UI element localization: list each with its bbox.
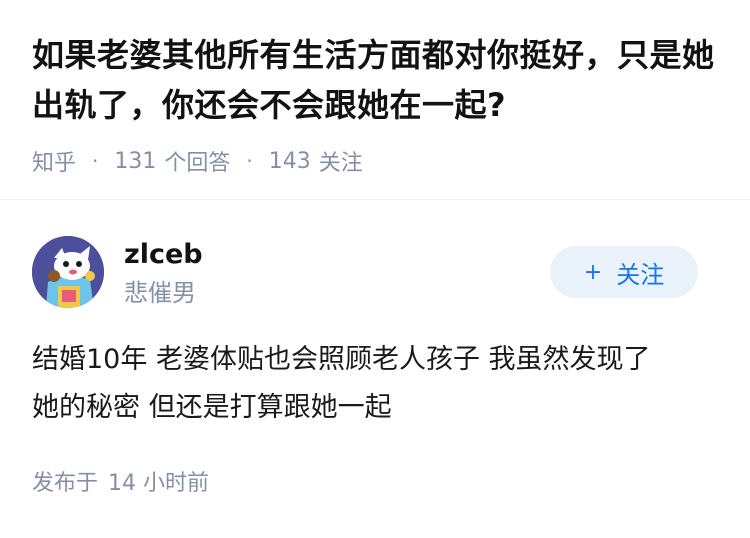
followers-count: 143 [268,148,311,174]
follow-button[interactable]: + 关注 [550,246,698,298]
cartoon-animal-avatar-icon [32,236,104,308]
published-time: 14 小时前 [108,471,210,496]
question-meta: 知乎 · 131 个回答 · 143 关注 [32,144,718,178]
question-header: 如果老婆其他所有生活方面都对你挺好，只是她出轨了，你还会不会跟她在一起? 知乎 … [0,0,750,178]
author-row: zlceb 悲催男 + 关注 [32,236,718,310]
separator-dot: · [246,149,253,173]
author-tagline: 悲催男 [124,279,196,307]
followers-label: 关注 [318,151,363,176]
section-divider [0,199,750,200]
question-title[interactable]: 如果老婆其他所有生活方面都对你挺好，只是她出轨了，你还会不会跟她在一起? [32,30,718,130]
answer-paragraph: 她的秘密 但还是打算跟她一起 [32,392,392,423]
separator-dot: · [92,149,99,173]
answers-label: 个回答 [164,151,231,176]
source-label[interactable]: 知乎 [32,145,76,177]
author-name[interactable]: zlceb [124,238,203,272]
answers-count: 131 [114,148,157,174]
answer-paragraph: 结婚10年 老婆体贴也会照顾老人孩子 我虽然发现了 [32,344,651,375]
plus-icon: + [583,259,603,285]
avatar[interactable] [32,236,104,308]
follow-button-label: 关注 [616,260,665,289]
answer-publish-info: 发布于 14 小时前 [32,466,209,502]
answer-content[interactable]: 结婚10年 老婆体贴也会照顾老人孩子 我虽然发现了 她的秘密 但还是打算跟她一起 [32,336,722,432]
published-label: 发布于 [32,471,99,496]
